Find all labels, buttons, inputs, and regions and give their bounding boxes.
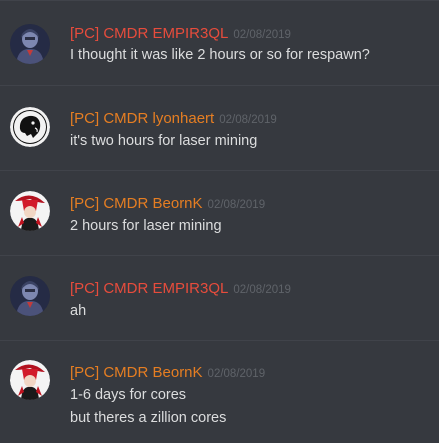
- message-author[interactable]: [PC] CMDR lyonhaert: [70, 110, 214, 127]
- message-author[interactable]: [PC] CMDR EMPIR3QL: [70, 280, 228, 297]
- message-header: [PC] CMDR BeornK 02/08/2019: [70, 194, 265, 215]
- message-header: [PC] CMDR lyonhaert 02/08/2019: [70, 109, 277, 130]
- message-header: [PC] CMDR BeornK 02/08/2019: [70, 363, 265, 384]
- message-text: ah: [70, 303, 87, 319]
- red-hat-character-avatar-icon[interactable]: [10, 360, 50, 400]
- message-group: [PC] CMDR BeornK 02/08/2019 2 hours for l…: [0, 170, 439, 255]
- message-text: I thought it was like 2 hours or so for …: [70, 47, 370, 63]
- message-timestamp: 02/08/2019: [207, 368, 266, 380]
- message-header: [PC] CMDR EMPIR3QL 02/08/2019: [70, 279, 291, 300]
- message-text: but theres a zillion cores: [70, 410, 227, 426]
- message-group: [PC] CMDR BeornK 02/08/2019 1-6 days for …: [0, 340, 439, 443]
- dark-portrait-avatar-icon[interactable]: [10, 276, 50, 316]
- message-divider: [0, 340, 439, 341]
- message-group: [PC] CMDR EMPIR3QL 02/08/2019 ah: [0, 255, 439, 340]
- chat-message-list: [PC] CMDR EMPIR3QL 02/08/2019 I thought i…: [0, 0, 439, 443]
- message-text: it's two hours for laser mining: [70, 133, 258, 149]
- lion-emblem-avatar-icon[interactable]: [10, 107, 50, 147]
- message-divider: [0, 170, 439, 171]
- message-timestamp: 02/08/2019: [233, 284, 291, 296]
- message-text: 2 hours for laser mining: [70, 218, 222, 234]
- message-author[interactable]: [PC] CMDR BeornK: [70, 364, 203, 381]
- message-divider: [0, 0, 439, 1]
- message-divider: [0, 255, 439, 256]
- message-text: 1-6 days for cores: [70, 387, 187, 403]
- message-timestamp: 02/08/2019: [233, 29, 291, 41]
- message-group: [PC] CMDR EMPIR3QL 02/08/2019 I thought i…: [0, 0, 439, 85]
- dark-portrait-avatar-icon[interactable]: [10, 24, 50, 64]
- message-timestamp: 02/08/2019: [207, 199, 266, 211]
- message-header: [PC] CMDR EMPIR3QL 02/08/2019: [70, 24, 291, 45]
- message-author[interactable]: [PC] CMDR EMPIR3QL: [70, 25, 228, 42]
- message-group: [PC] CMDR lyonhaert 02/08/2019 it's two h…: [0, 85, 439, 170]
- message-divider: [0, 85, 439, 86]
- message-timestamp: 02/08/2019: [219, 114, 277, 126]
- message-author[interactable]: [PC] CMDR BeornK: [70, 195, 203, 212]
- red-hat-character-avatar-icon[interactable]: [10, 191, 50, 231]
